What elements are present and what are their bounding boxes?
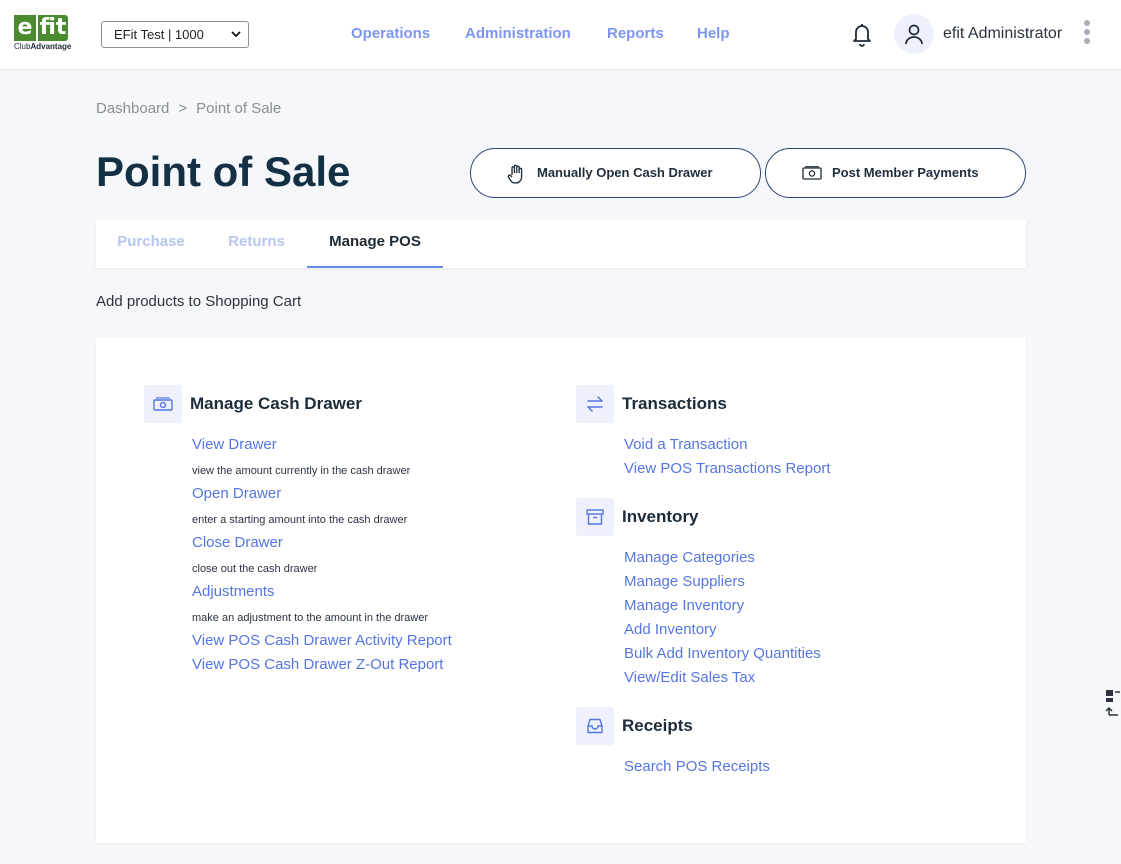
transactions-section-title: Transactions: [622, 394, 727, 413]
manage-pos-card: Manage Cash Drawer View Drawer view the …: [96, 337, 1026, 843]
post-member-payments-button[interactable]: Post Member Payments: [765, 148, 1026, 198]
nav-help[interactable]: Help: [697, 24, 730, 44]
receipts-section-title: Receipts: [622, 716, 693, 735]
avatar[interactable]: [894, 14, 934, 54]
manually-open-cash-drawer-button[interactable]: Manually Open Cash Drawer: [470, 148, 761, 198]
arrows-exchange-icon: [587, 396, 603, 412]
cash-drawer-activity-report-link[interactable]: View POS Cash Drawer Activity Report: [192, 631, 452, 651]
manage-categories-link[interactable]: Manage Categories: [624, 548, 755, 568]
cash-icon: [153, 397, 173, 411]
manage-inventory-link[interactable]: Manage Inventory: [624, 596, 744, 616]
breadcrumb: Dashboard > Point of Sale: [96, 99, 281, 119]
cash-icon: [802, 166, 822, 180]
chevron-down-icon: [231, 31, 241, 38]
breadcrumb-dashboard[interactable]: Dashboard: [96, 100, 169, 117]
tab-bar: Purchase Returns Manage POS: [96, 220, 1026, 268]
hand-icon: [507, 164, 523, 184]
club-select[interactable]: EFit Test | 1000: [101, 21, 249, 48]
archive-box-icon: [586, 509, 604, 525]
accessibility-widget-icon[interactable]: [1104, 688, 1121, 718]
add-inventory-link[interactable]: Add Inventory: [624, 620, 717, 640]
bulk-add-inventory-link[interactable]: Bulk Add Inventory Quantities: [624, 644, 821, 664]
logo-sub-club: Club: [14, 42, 31, 51]
breadcrumb-separator: >: [178, 100, 188, 117]
user-name[interactable]: efit Administrator: [943, 24, 1062, 44]
efit-logo[interactable]: e fit ClubAdvantage: [14, 15, 86, 55]
receipts-section-icon: [576, 707, 614, 745]
view-drawer-description: view the amount currently in the cash dr…: [192, 465, 411, 477]
close-drawer-link[interactable]: Close Drawer: [192, 533, 283, 553]
user-icon: [905, 24, 923, 45]
nav-reports[interactable]: Reports: [607, 24, 664, 44]
tab-manage-pos[interactable]: Manage POS: [307, 220, 443, 268]
close-drawer-description: close out the cash drawer: [192, 563, 318, 575]
top-bar: e fit ClubAdvantage EFit Test | 1000 Ope…: [0, 0, 1121, 70]
manually-open-cash-drawer-label: Manually Open Cash Drawer: [537, 165, 713, 180]
logo-sub-advantage: Advantage: [30, 42, 72, 51]
cash-drawer-z-out-report-link[interactable]: View POS Cash Drawer Z-Out Report: [192, 655, 443, 675]
logo-mark-e: e: [14, 15, 36, 41]
nav-operations[interactable]: Operations: [351, 24, 430, 44]
void-transaction-link[interactable]: Void a Transaction: [624, 435, 747, 455]
inbox-tray-icon: [587, 718, 603, 734]
logo-mark: e fit: [14, 15, 86, 41]
logo-subtitle: ClubAdvantage: [14, 41, 86, 53]
logo-mark-fit: fit: [38, 15, 68, 41]
adjustments-description: make an adjustment to the amount in the …: [192, 612, 429, 624]
open-drawer-link[interactable]: Open Drawer: [192, 484, 281, 504]
cash-drawer-section-icon: [144, 385, 182, 423]
adjustments-link[interactable]: Adjustments: [192, 582, 275, 602]
tab-purchase[interactable]: Purchase: [96, 220, 206, 268]
post-member-payments-label: Post Member Payments: [832, 165, 979, 180]
inventory-section-title: Inventory: [622, 507, 699, 526]
transactions-section-icon: [576, 385, 614, 423]
open-drawer-description: enter a starting amount into the cash dr…: [192, 514, 408, 526]
manage-suppliers-link[interactable]: Manage Suppliers: [624, 572, 745, 592]
pos-transactions-report-link[interactable]: View POS Transactions Report: [624, 459, 830, 479]
bell-icon[interactable]: [850, 20, 874, 48]
breadcrumb-current: Point of Sale: [196, 100, 282, 117]
cash-drawer-section-title: Manage Cash Drawer: [190, 394, 362, 413]
view-drawer-link[interactable]: View Drawer: [192, 435, 277, 455]
search-pos-receipts-link[interactable]: Search POS Receipts: [624, 757, 770, 777]
tab-returns[interactable]: Returns: [206, 220, 307, 268]
nav-administration[interactable]: Administration: [465, 24, 571, 44]
club-select-value: EFit Test | 1000: [114, 27, 204, 42]
sales-tax-link[interactable]: View/Edit Sales Tax: [624, 668, 755, 688]
page-subtitle: Add products to Shopping Cart: [96, 293, 302, 310]
kebab-menu-icon[interactable]: [1082, 20, 1092, 50]
inventory-section-icon: [576, 498, 614, 536]
page-title: Point of Sale: [96, 148, 351, 195]
